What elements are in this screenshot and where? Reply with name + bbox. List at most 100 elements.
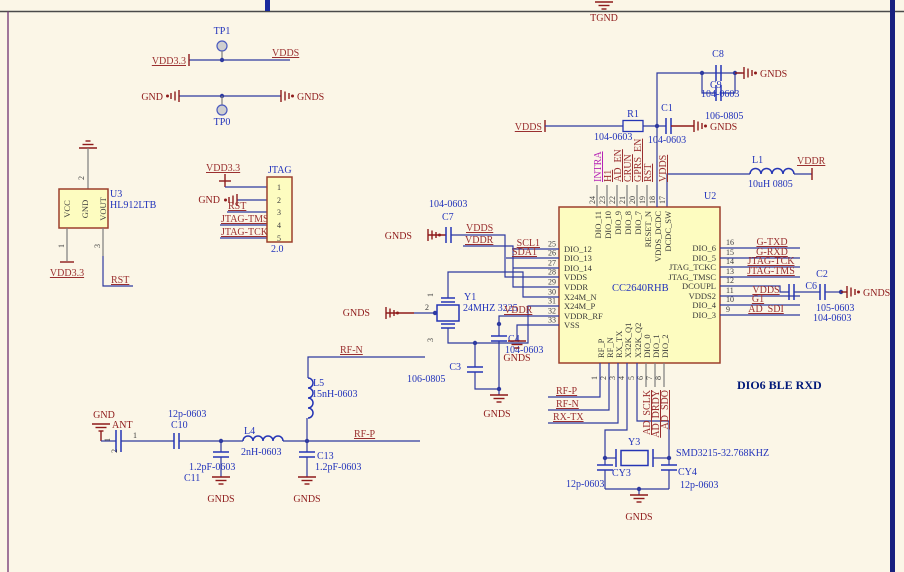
pin-name: DIO_11 bbox=[593, 211, 603, 239]
pin-number: 3 bbox=[93, 244, 102, 248]
net-label: GNDS bbox=[207, 494, 234, 505]
c11-capacitor[interactable] bbox=[213, 451, 229, 458]
u2-ref: U2 bbox=[704, 191, 716, 202]
pin-number: 19 bbox=[638, 196, 647, 204]
c2-capacitor[interactable] bbox=[819, 284, 826, 300]
c6-capacitor[interactable] bbox=[788, 284, 795, 300]
pin-name: JTAG_TCKC bbox=[669, 262, 716, 272]
y3-ref: Y3 bbox=[628, 437, 640, 448]
l4-ref: L4 bbox=[244, 426, 255, 437]
c1-ref: C1 bbox=[661, 103, 673, 114]
u2-ic[interactable]: U2 CC2640RHB 25 DIO_12 26 DIO_13 27 DIO_… bbox=[548, 191, 734, 380]
r1-resistor[interactable] bbox=[622, 119, 644, 133]
pin-number: 5 bbox=[627, 376, 636, 380]
gnds-earth-icon bbox=[629, 494, 649, 503]
pin-number: 1 bbox=[103, 438, 112, 442]
testpoint-tp0[interactable]: TP0 bbox=[214, 96, 231, 128]
pin-number: 2 bbox=[277, 196, 281, 205]
pin-number: 11 bbox=[726, 286, 734, 295]
net-label: RST bbox=[643, 164, 654, 182]
net-label: RX-TX bbox=[553, 412, 584, 423]
net-label: RF-P bbox=[556, 386, 578, 397]
gnds-port-icon bbox=[280, 89, 295, 103]
c4-capacitor[interactable] bbox=[491, 335, 507, 342]
pin-number: 17 bbox=[658, 196, 667, 204]
pin-name: DIO_2 bbox=[660, 334, 670, 358]
l1-ref: L1 bbox=[752, 155, 763, 166]
tgnd-label: TGND bbox=[590, 13, 618, 24]
c7-capacitor[interactable] bbox=[445, 227, 452, 243]
pin-number: 23 bbox=[598, 196, 607, 204]
net-label: GNDS bbox=[503, 353, 530, 364]
pin-number: 18 bbox=[648, 196, 657, 204]
ant-connector[interactable] bbox=[115, 430, 122, 452]
u3-regulator[interactable]: 2 VCC GND VOUT U3 HL912LTB 1 VDD3.3 3 RS… bbox=[50, 140, 157, 287]
c11-value: 1.2pF-0603 bbox=[189, 462, 235, 473]
c1-capacitor[interactable] bbox=[665, 118, 672, 134]
net-label: JTAG-TMS bbox=[747, 266, 795, 277]
tp0-pad-icon[interactable] bbox=[216, 104, 228, 116]
tp1-label: TP1 bbox=[214, 26, 231, 37]
gnds-earth-icon bbox=[211, 476, 231, 485]
c4-ref: C4 bbox=[508, 334, 520, 345]
cy3-ref: CY3 bbox=[612, 468, 631, 479]
top-edge-mark bbox=[265, 0, 270, 11]
gnd-earth-icon bbox=[78, 140, 98, 149]
dio6-note: DIO6 BLE RXD bbox=[737, 378, 822, 392]
antenna-network: GND ANT 1 2 1 12p-0603 C10 1.2pF-0603 C1… bbox=[91, 345, 425, 505]
net-label: VDDS bbox=[515, 122, 542, 133]
pin-number: 20 bbox=[628, 196, 637, 204]
net-label: RF-N bbox=[340, 345, 363, 356]
vdd33-vdds-wire: VDD3.3 VDDS bbox=[152, 48, 299, 67]
pin-number: 32 bbox=[548, 307, 556, 316]
pin-number: 27 bbox=[548, 259, 556, 268]
cy4-capacitor[interactable] bbox=[661, 464, 677, 471]
pin-name: VDDR bbox=[564, 282, 588, 292]
pin-name: DIO_4 bbox=[692, 300, 716, 310]
cy3-capacitor[interactable] bbox=[597, 464, 613, 471]
pin-number: 16 bbox=[726, 238, 734, 247]
tgnd-earth-icon bbox=[594, 1, 614, 10]
c3-capacitor[interactable] bbox=[467, 366, 483, 373]
net-label: JTAG-TMS bbox=[221, 214, 269, 225]
pin-number: 5 bbox=[277, 234, 281, 243]
pin-number: 1 bbox=[590, 376, 599, 380]
c13-capacitor[interactable] bbox=[299, 451, 315, 458]
pin-name: VDDS bbox=[564, 272, 587, 282]
y3-crystal[interactable]: Y3 SMD3215-32.768KHZ CY3 12p-0603 CY4 12… bbox=[566, 437, 769, 523]
pin-number: 15 bbox=[726, 248, 734, 257]
pin-number: 1 bbox=[277, 183, 281, 192]
c3-ref: C3 bbox=[449, 362, 461, 373]
pin-number: 1 bbox=[133, 431, 137, 440]
net-label: GNDS bbox=[863, 288, 890, 299]
testpoint-tp1[interactable]: TP1 bbox=[214, 26, 231, 60]
net-label: RST bbox=[111, 275, 129, 286]
pin-number: 22 bbox=[608, 196, 617, 204]
l1-inductor[interactable] bbox=[749, 167, 795, 175]
jtag-connector[interactable]: VDD3.3 GND RST JTAG-TMS JTAG-TCK JTAG 1 … bbox=[198, 163, 293, 255]
net-label: GNDS bbox=[625, 512, 652, 523]
net-label: GNDS bbox=[343, 308, 370, 319]
tp1-pad-icon[interactable] bbox=[216, 40, 228, 52]
net-label: VDD3.3 bbox=[152, 56, 186, 67]
gnd-port-icon bbox=[165, 89, 180, 103]
c7-ref: C7 bbox=[442, 212, 454, 223]
net-label: GNDS bbox=[385, 231, 412, 242]
l5-value: 15nH-0603 bbox=[312, 389, 358, 400]
y1-body[interactable] bbox=[436, 304, 460, 322]
pin-name: VSS bbox=[564, 320, 580, 330]
net-label: GND bbox=[141, 92, 163, 103]
pin-name: X32K_Q1 bbox=[623, 323, 633, 358]
c6-value: 104-0603 bbox=[813, 313, 851, 324]
schematic-sheet: TGND TP1 VDD3.3 VDDS GND GNDS TP0 2 VCC … bbox=[0, 0, 904, 572]
pin-number: 1 bbox=[57, 244, 66, 248]
c10-ref: C10 bbox=[171, 420, 188, 431]
net-label: GND bbox=[198, 195, 220, 206]
pin-number: 3 bbox=[426, 338, 435, 342]
pin-number: 1 bbox=[426, 293, 435, 297]
pin-name: DIO_13 bbox=[564, 253, 592, 263]
c10-capacitor[interactable] bbox=[173, 433, 180, 449]
y3-body[interactable] bbox=[620, 449, 649, 467]
c1-value: 104-0603 bbox=[648, 135, 686, 146]
pin-number: 31 bbox=[548, 297, 556, 306]
